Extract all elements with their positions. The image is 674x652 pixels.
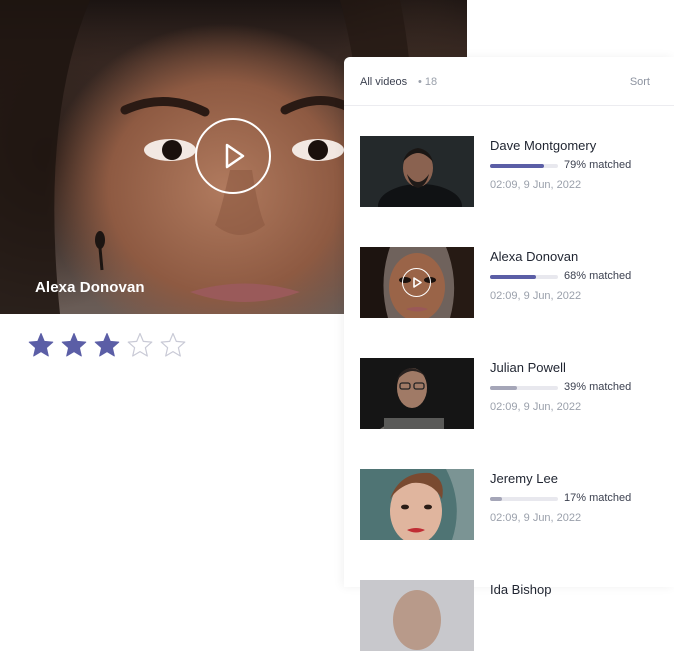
video-date: 02:09, 9 Jun, 2022 <box>490 290 582 302</box>
video-thumbnail[interactable] <box>360 469 474 540</box>
video-thumbnail[interactable] <box>360 247 474 318</box>
play-icon[interactable] <box>402 268 431 297</box>
video-thumbnail[interactable] <box>360 136 474 207</box>
star-icon[interactable] <box>60 331 88 359</box>
video-date: 02:09, 9 Jun, 2022 <box>490 179 582 191</box>
video-person-name: Alexa Donovan <box>35 279 145 296</box>
video-thumbnail[interactable] <box>360 580 474 651</box>
videos-panel: All videos • 18 Sort Dave Montgomery 79%… <box>344 57 674 651</box>
match-progress-bar <box>490 164 558 168</box>
video-count: • 18 <box>418 76 438 88</box>
star-icon[interactable] <box>159 331 187 359</box>
video-list-item[interactable]: Jeremy Lee 17% matched 02:09, 9 Jun, 202… <box>360 469 660 541</box>
match-percentage: 17% matched <box>564 492 632 504</box>
video-item-name: Julian Powell <box>490 360 566 375</box>
video-list-item[interactable]: Alexa Donovan 68% matched 02:09, 9 Jun, … <box>360 247 660 319</box>
video-list-item[interactable]: Julian Powell 39% matched 02:09, 9 Jun, … <box>360 358 660 430</box>
video-thumbnail[interactable] <box>360 358 474 429</box>
play-icon[interactable] <box>195 118 271 194</box>
video-item-name: Dave Montgomery <box>490 138 597 153</box>
sort-button[interactable]: Sort <box>630 76 650 88</box>
match-progress-bar <box>490 386 558 390</box>
match-percentage: 79% matched <box>564 159 632 171</box>
video-item-name: Alexa Donovan <box>490 249 579 264</box>
video-list-item[interactable]: Ida Bishop <box>360 580 660 652</box>
star-icon[interactable] <box>27 331 55 359</box>
video-list-item[interactable]: Dave Montgomery 79% matched 02:09, 9 Jun… <box>360 136 660 208</box>
match-percentage: 39% matched <box>564 381 632 393</box>
star-icon[interactable] <box>126 331 154 359</box>
match-progress-bar <box>490 275 558 279</box>
star-rating[interactable] <box>27 331 187 359</box>
video-item-name: Jeremy Lee <box>490 471 558 486</box>
match-progress-bar <box>490 497 558 501</box>
panel-header: All videos • 18 Sort <box>344 57 674 106</box>
star-icon[interactable] <box>93 331 121 359</box>
match-percentage: 68% matched <box>564 270 632 282</box>
video-date: 02:09, 9 Jun, 2022 <box>490 401 582 413</box>
panel-title: All videos <box>360 76 408 88</box>
video-item-name: Ida Bishop <box>490 582 552 597</box>
video-date: 02:09, 9 Jun, 2022 <box>490 512 582 524</box>
